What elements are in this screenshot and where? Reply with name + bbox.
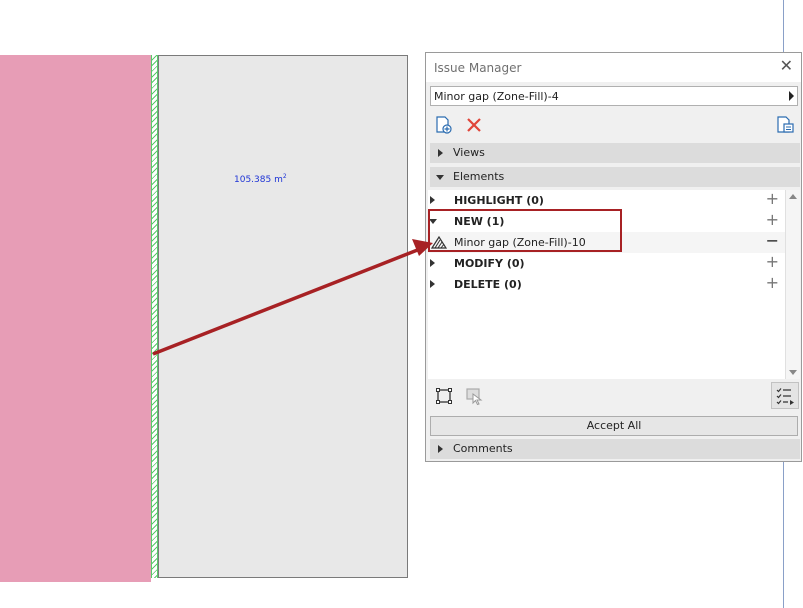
arrow-head bbox=[412, 239, 433, 256]
annotation-arrow bbox=[152, 239, 433, 356]
